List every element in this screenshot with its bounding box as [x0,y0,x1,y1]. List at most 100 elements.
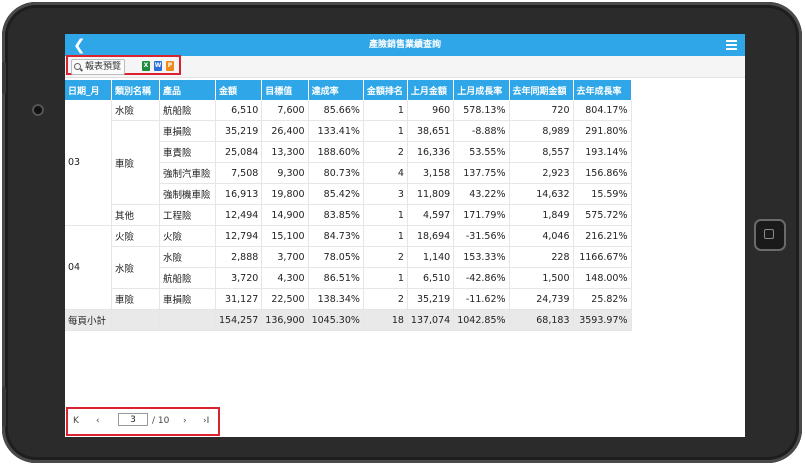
mom-cell: 171.79% [453,204,510,226]
page-number-input[interactable] [118,413,148,426]
amount-cell: 7,508 [215,162,263,184]
achieve-cell: 78.05% [308,246,364,268]
rank-cell: 3 [363,183,408,205]
subtotal-yoy: 3593.97% [573,309,632,331]
amount-cell: 25,084 [215,141,263,163]
word-icon[interactable]: W [154,61,162,71]
empty-cell [111,309,160,331]
toolbar-highlight: 報表預覽 X W P [66,55,181,75]
last-month-cell: 38,651 [407,120,455,142]
achieve-cell: 133.41% [308,120,364,142]
col-header[interactable]: 金額 [215,80,263,100]
last-year-cell: 1,500 [509,267,574,289]
rank-cell: 2 [363,288,408,310]
last-month-cell: 960 [407,100,455,121]
col-header[interactable]: 上月成長率 [453,80,510,100]
target-cell: 3,700 [261,246,309,268]
col-header[interactable]: 上月金額 [407,80,455,100]
target-cell: 22,500 [261,288,309,310]
yoy-cell: 156.86% [573,162,632,184]
side-button [2,62,6,94]
last-year-cell: 720 [509,100,574,121]
category-cell: 火險 [111,225,160,247]
tablet-frame: ❮ 產險銷售業績查詢 報表預覽 X W P 日期_月 類別名稱 產品 金額 目標… [2,2,802,463]
total-pages: / 10 [152,416,170,426]
category-cell: 其他 [111,204,160,226]
month-cell: 04 [65,225,112,310]
achieve-cell: 138.34% [308,288,364,310]
first-page-button[interactable]: K [73,415,79,427]
pdf-icon[interactable]: P [166,61,174,71]
last-month-cell: 3,158 [407,162,455,184]
target-cell: 13,300 [261,141,309,163]
mom-cell: 43.22% [453,183,510,205]
mom-cell: -31.56% [453,225,510,247]
yoy-cell: 291.80% [573,120,632,142]
target-cell: 15,100 [261,225,309,247]
last-page-button[interactable]: ›I [203,415,209,427]
achieve-cell: 80.73% [308,162,364,184]
col-header[interactable]: 去年同期金額 [509,80,574,100]
last-year-cell: 4,046 [509,225,574,247]
amount-cell: 31,127 [215,288,263,310]
last-month-cell: 16,336 [407,141,455,163]
col-header[interactable]: 日期_月 [65,80,112,100]
table-row: 04 火險 火險 12,794 15,100 84.73% 1 18,694 -… [65,225,632,310]
achieve-cell: 85.66% [308,100,364,121]
amount-cell: 12,794 [215,225,263,247]
product-cell: 強制機車險 [159,183,216,205]
amount-cell: 35,219 [215,120,263,142]
rank-cell: 1 [363,267,408,289]
last-year-cell: 1,849 [509,204,574,226]
excel-icon[interactable]: X [142,61,150,71]
last-month-cell: 11,809 [407,183,455,205]
achieve-cell: 84.73% [308,225,364,247]
last-month-cell: 6,510 [407,267,455,289]
product-cell: 火險 [159,225,216,247]
table-row: 車險 車損險 35,219 26,400 133.41% 1 38,651 -8… [65,120,632,205]
col-header[interactable]: 產品 [159,80,216,100]
yoy-cell: 15.59% [573,183,632,205]
rank-cell: 1 [363,120,408,142]
pager: K ‹ / 10 › ›I [66,407,220,436]
product-cell: 強制汽車險 [159,162,216,184]
col-header[interactable]: 去年成長率 [573,80,632,100]
product-cell: 航船險 [159,100,216,121]
amount-cell: 3,720 [215,267,263,289]
last-month-cell: 4,597 [407,204,455,226]
target-cell: 7,600 [261,100,309,121]
rank-cell: 1 [363,100,408,121]
product-cell: 車損險 [159,288,216,310]
mom-cell: -11.62% [453,288,510,310]
report-preview-button[interactable]: 報表預覽 [71,59,126,75]
achieve-cell: 83.85% [308,204,364,226]
amount-cell: 12,494 [215,204,263,226]
achieve-cell: 85.42% [308,183,364,205]
target-cell: 9,300 [261,162,309,184]
table-row: 其他 工程險 12,494 14,900 83.85% 1 4,597 171.… [65,204,632,226]
subtotal-last-year: 68,183 [509,309,574,331]
target-cell: 19,800 [261,183,309,205]
amount-cell: 6,510 [215,100,263,121]
col-header[interactable]: 類別名稱 [111,80,160,100]
col-header[interactable]: 金額排名 [363,80,408,100]
amount-cell: 16,913 [215,183,263,205]
menu-icon[interactable] [726,40,737,50]
product-cell: 水險 [159,246,216,268]
yoy-cell: 25.82% [573,288,632,310]
col-header[interactable]: 達成率 [308,80,364,100]
table-row: 車險 車損險 31,127 22,500 138.34% 2 35,219 -1… [65,288,632,310]
prev-page-button[interactable]: ‹ [96,415,100,427]
yoy-cell: 148.00% [573,267,632,289]
next-page-button[interactable]: › [183,415,187,427]
app-screen: ❮ 產險銷售業績查詢 報表預覽 X W P 日期_月 類別名稱 產品 金額 目標… [65,34,745,437]
table-header-row: 日期_月 類別名稱 產品 金額 目標值 達成率 金額排名 上月金額 上月成長率 … [65,80,632,100]
subtotal-label: 每頁小計 [65,309,112,331]
col-header[interactable]: 目標值 [261,80,309,100]
mom-cell: 153.33% [453,246,510,268]
last-year-cell: 14,632 [509,183,574,205]
mom-cell: 137.75% [453,162,510,184]
title-bar: ❮ 產險銷售業績查詢 [65,34,745,56]
rank-cell: 2 [363,246,408,268]
home-button[interactable] [754,219,786,251]
